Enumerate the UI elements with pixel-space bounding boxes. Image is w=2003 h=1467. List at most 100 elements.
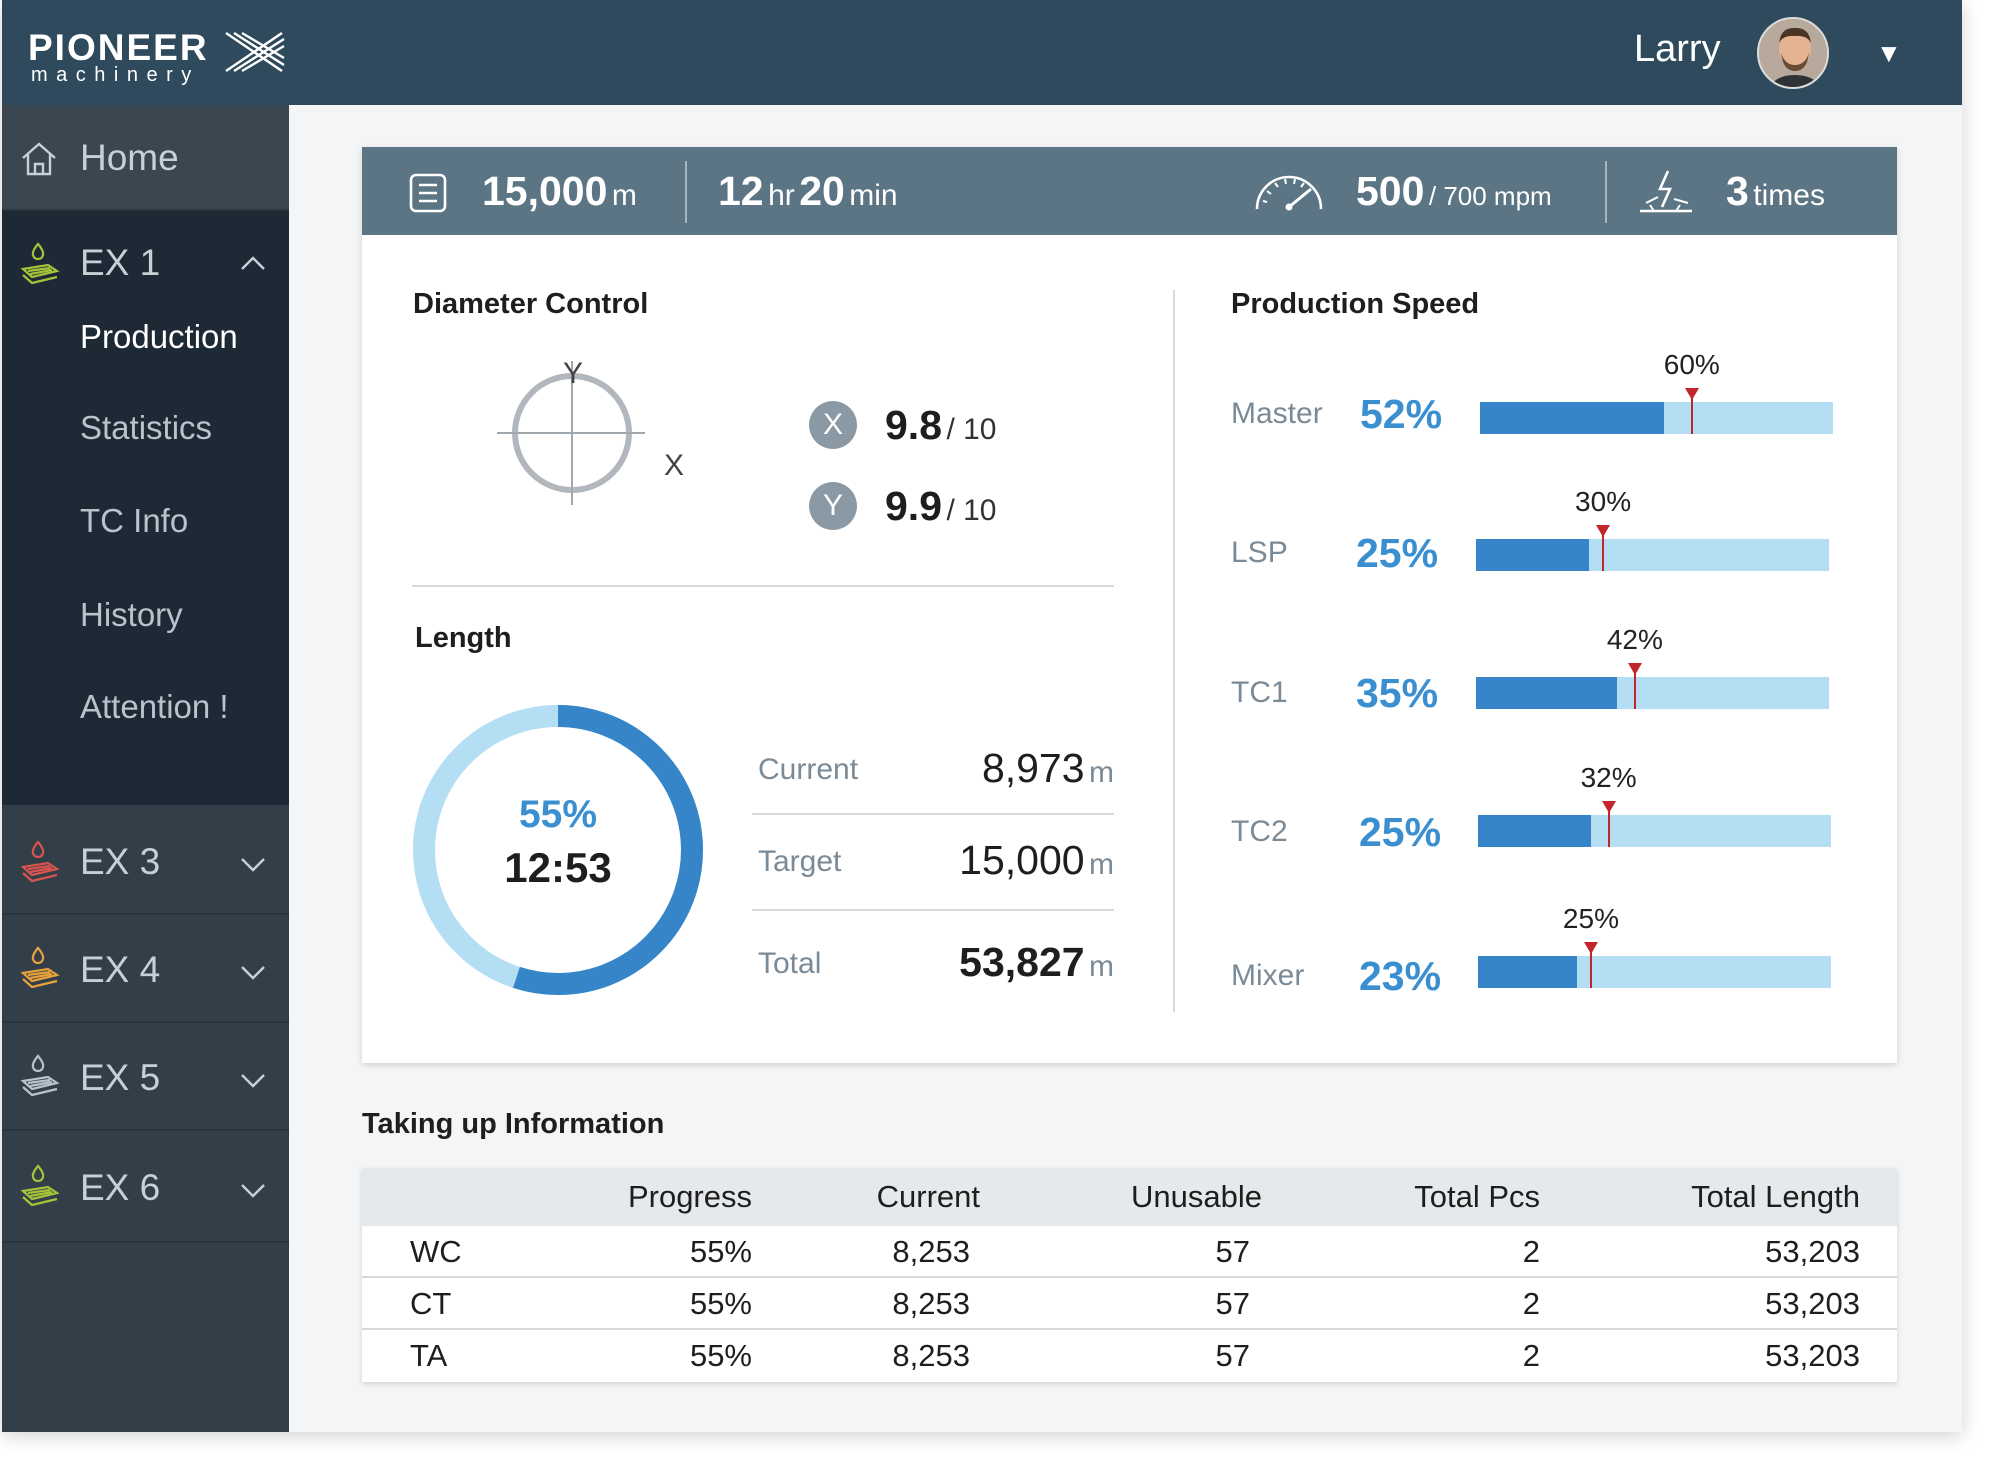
sidebar-subitem-production[interactable]: Production bbox=[80, 317, 238, 357]
y-value-max: / 10 bbox=[946, 494, 997, 527]
y-value: 9.9 / 10 bbox=[885, 482, 997, 540]
stat-speed-max: / 700 mpm bbox=[1428, 181, 1552, 211]
user-name[interactable]: Larry bbox=[1634, 26, 1721, 72]
x-value-max: / 10 bbox=[946, 413, 997, 446]
cell-name: TA bbox=[410, 1338, 448, 1373]
column-header-unusable[interactable]: Unusable bbox=[1002, 1179, 1262, 1215]
sidebar-item-ex4[interactable]: EX 4 bbox=[2, 915, 289, 1023]
length-target-number: 15,000 bbox=[959, 837, 1085, 883]
logo[interactable]: PIONEER machinery bbox=[28, 27, 288, 86]
speed-label: LSP bbox=[1231, 536, 1288, 569]
speed-target-marker bbox=[1583, 942, 1598, 988]
sidebar-item-label: EX 1 bbox=[80, 242, 161, 283]
sidebar-item-ex3[interactable]: EX 3 bbox=[2, 807, 289, 915]
column-header-total-pcs[interactable]: Total Pcs bbox=[1282, 1179, 1540, 1215]
x-badge: X bbox=[809, 401, 857, 449]
sidebar-subitem-history[interactable]: History bbox=[80, 595, 183, 635]
column-header-progress[interactable]: Progress bbox=[552, 1179, 752, 1215]
cell-total-pcs: 2 bbox=[1522, 1286, 1540, 1321]
speedometer-icon bbox=[1255, 175, 1323, 211]
chevron-down-icon[interactable] bbox=[240, 857, 266, 873]
speed-label: Mixer bbox=[1231, 959, 1305, 992]
speed-bar: 30% bbox=[1476, 486, 1829, 571]
taking-up-title: Taking up Information bbox=[362, 1108, 665, 1140]
speed-pct: 25% bbox=[1359, 809, 1442, 855]
speed-bar: 42% bbox=[1476, 624, 1829, 709]
sidebar-item-home[interactable]: Home bbox=[2, 105, 289, 211]
production-panel: 15,000 m 12 hr 20 min 500 / 700 mpm 3 ti… bbox=[362, 147, 1897, 1063]
cell-current: 8,253 bbox=[892, 1286, 970, 1321]
sidebar-item-ex6[interactable]: EX 6 bbox=[2, 1131, 289, 1243]
y-value-number: 9.9 bbox=[885, 483, 942, 529]
avatar-portrait-icon bbox=[1759, 19, 1827, 87]
speed-pct: 35% bbox=[1356, 670, 1439, 716]
length-total-unit: m bbox=[1089, 950, 1114, 983]
stat-breaks-value: 3 bbox=[1726, 168, 1749, 214]
sidebar-subitem-statistics[interactable]: Statistics bbox=[80, 408, 212, 448]
speed-target-marker bbox=[1684, 388, 1699, 434]
table-row[interactable]: TA 55% 8,253 57 2 53,203 bbox=[362, 1330, 1897, 1382]
x-value-number: 9.8 bbox=[885, 402, 942, 448]
speed-bar-fill bbox=[1480, 402, 1664, 434]
diameter-control-title: Diameter Control bbox=[413, 288, 649, 320]
axis-x-label: X bbox=[664, 449, 685, 482]
extruder-icon bbox=[20, 1164, 60, 1207]
logo-text: PIONEER bbox=[28, 27, 209, 68]
chevron-down-icon[interactable] bbox=[240, 1183, 266, 1199]
cell-current: 8,253 bbox=[892, 1338, 970, 1373]
column-header-total-length[interactable]: Total Length bbox=[1562, 1179, 1860, 1215]
speed-label: TC1 bbox=[1231, 676, 1288, 709]
row-divider bbox=[752, 909, 1114, 911]
speed-target-label: 30% bbox=[1575, 486, 1632, 517]
chevron-up-icon[interactable] bbox=[240, 255, 266, 271]
logo-subtext: machinery bbox=[31, 64, 200, 86]
sidebar-item-ex5[interactable]: EX 5 bbox=[2, 1023, 289, 1131]
stat-time-min: 20 bbox=[799, 168, 845, 214]
length-target-value: 15,000 m bbox=[892, 836, 1114, 894]
length-current-number: 8,973 bbox=[981, 745, 1085, 791]
cell-name: WC bbox=[410, 1234, 462, 1269]
user-menu-caret-icon[interactable]: ▼ bbox=[1876, 38, 1902, 68]
cell-unusable: 57 bbox=[1215, 1338, 1250, 1373]
production-speed-title: Production Speed bbox=[1231, 288, 1480, 320]
sidebar-item-ex1[interactable]: EX 1 bbox=[2, 211, 289, 313]
user-avatar[interactable] bbox=[1757, 17, 1829, 89]
stat-length: 15,000 m bbox=[482, 167, 637, 225]
cell-unusable: 57 bbox=[1215, 1234, 1250, 1269]
speed-label: TC2 bbox=[1231, 815, 1288, 848]
extruder-icon bbox=[20, 946, 60, 989]
length-target-label: Target bbox=[758, 845, 842, 878]
section-divider bbox=[412, 585, 1114, 587]
stat-breaks: 3 times bbox=[1726, 167, 1825, 225]
table-row[interactable]: CT 55% 8,253 57 2 53,203 bbox=[362, 1278, 1897, 1330]
cell-total-length: 53,203 bbox=[1765, 1234, 1860, 1269]
axis-y-label: Y bbox=[563, 357, 584, 390]
stat-length-unit: m bbox=[611, 179, 637, 212]
extruder-icon bbox=[20, 1054, 60, 1097]
extruder-icon bbox=[20, 242, 60, 285]
speed-bar-fill bbox=[1476, 677, 1618, 709]
length-current-value: 8,973 m bbox=[912, 744, 1114, 802]
stat-time-min-unit: min bbox=[849, 179, 898, 212]
speed-target-marker bbox=[1596, 525, 1611, 571]
cell-total-length: 53,203 bbox=[1765, 1338, 1860, 1373]
speed-target-marker bbox=[1601, 801, 1616, 847]
logo-mark-icon bbox=[225, 31, 285, 73]
sidebar-subitem-attention[interactable]: Attention ! bbox=[80, 687, 229, 727]
stats-bar: 15,000 m 12 hr 20 min 500 / 700 mpm 3 ti… bbox=[362, 147, 1897, 235]
sidebar-subitem-tc-info[interactable]: TC Info bbox=[80, 501, 188, 541]
length-total-label: Total bbox=[758, 947, 822, 980]
column-header-current[interactable]: Current bbox=[762, 1179, 980, 1215]
top-bar: PIONEER machinery Larry ▼ bbox=[2, 0, 1962, 105]
home-icon bbox=[22, 142, 56, 176]
break-lightning-icon bbox=[1640, 170, 1692, 213]
speed-bar: 32% bbox=[1478, 762, 1831, 847]
stat-time-hr: 12 bbox=[718, 168, 764, 214]
chevron-down-icon[interactable] bbox=[240, 1073, 266, 1089]
length-total-value: 53,827 m bbox=[892, 938, 1114, 996]
table-row[interactable]: WC 55% 8,253 57 2 53,203 bbox=[362, 1226, 1897, 1278]
stat-length-value: 15,000 bbox=[482, 168, 608, 214]
cell-current: 8,253 bbox=[892, 1234, 970, 1269]
chevron-down-icon[interactable] bbox=[240, 965, 266, 981]
cell-progress: 55% bbox=[689, 1286, 752, 1321]
